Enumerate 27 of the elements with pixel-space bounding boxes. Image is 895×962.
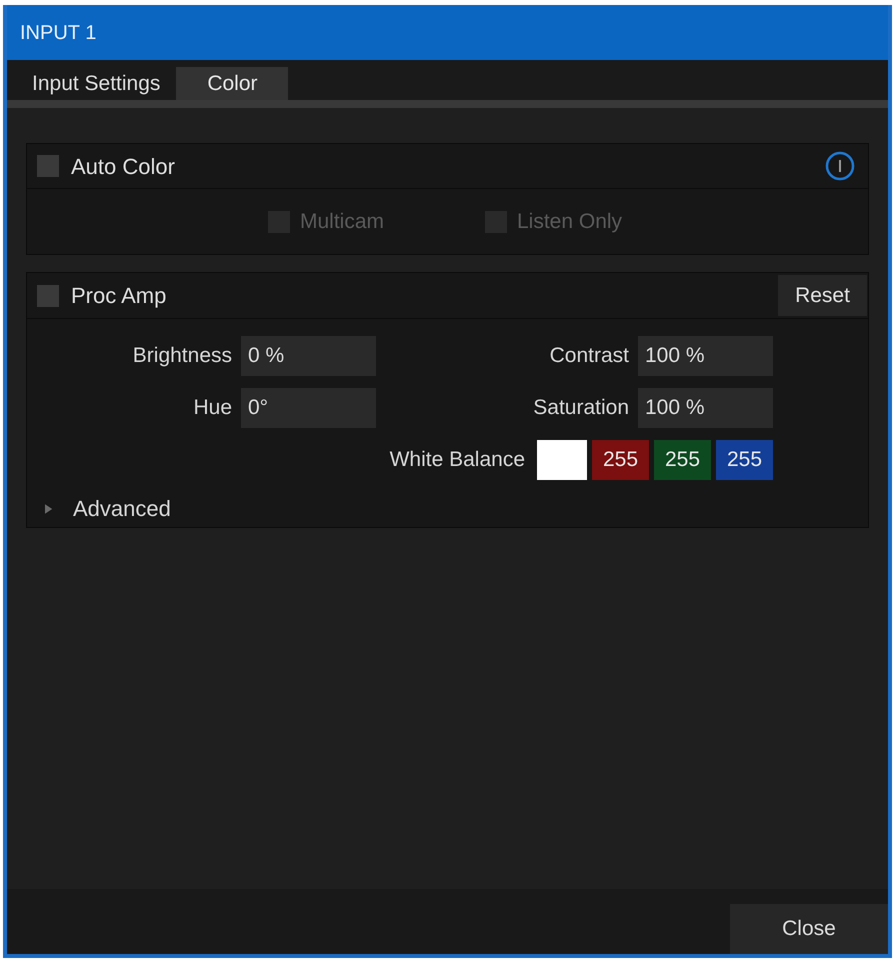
field-label: Brightness — [132, 343, 232, 370]
proc-amp-label: Proc Amp — [71, 282, 166, 310]
advanced-toggle[interactable]: Advanced — [45, 492, 171, 525]
option-label: Multicam — [300, 208, 384, 235]
tab[interactable]: Input Settings — [20, 67, 172, 100]
value-field[interactable]: 0 % — [241, 336, 376, 376]
caret-right-icon — [45, 502, 53, 514]
auto-color-label: Auto Color — [71, 152, 175, 180]
checkbox[interactable] — [37, 284, 59, 306]
value-field[interactable]: 100 % — [638, 336, 773, 376]
value-field[interactable]: 0° — [241, 388, 376, 428]
channel-value-field[interactable]: 255 — [654, 440, 711, 480]
option-label: Listen Only — [517, 208, 622, 235]
value-field[interactable]: 100 % — [638, 388, 773, 428]
window-title: INPUT 1 — [20, 20, 96, 46]
close-button[interactable]: Close — [730, 904, 888, 954]
channel-value-field[interactable]: 255 — [716, 440, 773, 480]
color-swatch[interactable] — [537, 440, 587, 480]
channel-value-field[interactable]: 255 — [592, 440, 649, 480]
field-label: Contrast — [550, 343, 629, 370]
info-icon[interactable] — [825, 151, 855, 181]
tab[interactable]: Color — [176, 67, 288, 100]
balance-label: White Balance — [390, 447, 525, 474]
reset-button[interactable]: Reset — [778, 275, 867, 316]
field-label: Hue — [193, 395, 232, 422]
checkbox[interactable] — [37, 155, 59, 177]
field-label: Saturation — [533, 395, 629, 422]
